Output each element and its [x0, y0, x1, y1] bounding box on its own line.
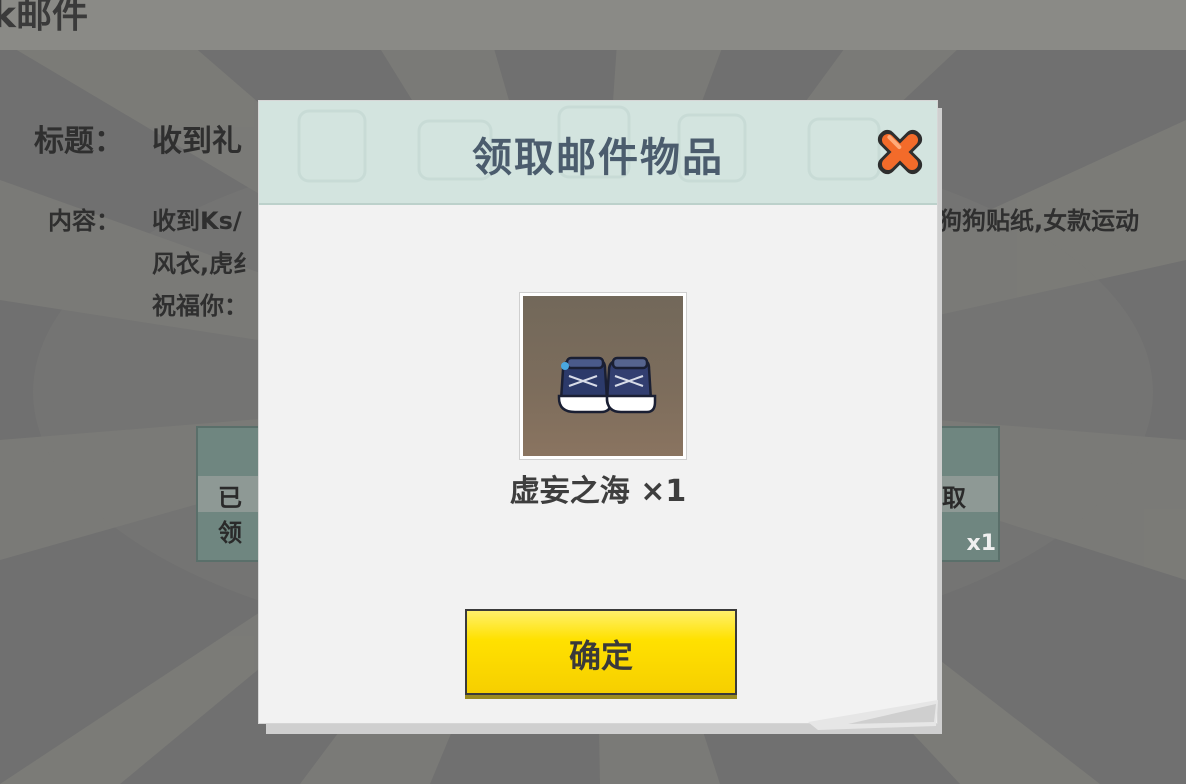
mail-content-label: 内容：: [48, 207, 120, 235]
mail-content-line1-right: 狗狗贴纸,女款运动: [938, 207, 1140, 235]
mail-title-label: 标题：: [34, 124, 124, 159]
claim-mail-item-dialog: 领取邮件物品 虚妄之海 ×1 确定: [258, 100, 938, 724]
mail-content-line3: 祝福你：: [152, 292, 248, 320]
dialog-title: 领取邮件物品: [472, 135, 724, 181]
item-icon-frame: [520, 293, 686, 459]
card-count: x1: [966, 531, 997, 556]
confirm-button-label: 确定: [568, 637, 633, 675]
claim-label: 取: [942, 484, 966, 512]
mail-content-line2: 风衣,虎纟: [152, 250, 258, 278]
mail-title-value: 收到礼: [152, 124, 242, 159]
close-button[interactable]: [869, 121, 931, 183]
claimed-label: 已领: [218, 484, 242, 547]
mail-header-bar: k邮件: [0, 0, 1186, 50]
attachment-card-claimed: 已领: [196, 426, 260, 562]
paper-corner-curl: [808, 700, 938, 730]
close-icon: [877, 129, 923, 175]
item-name: 虚妄之海 ×1: [509, 474, 687, 509]
mail-content-line1: 收到Ks/: [152, 207, 242, 235]
sneakers-icon: [557, 356, 657, 414]
mail-header-title: k邮件: [0, 0, 88, 36]
dialog-header: 领取邮件物品: [259, 101, 937, 205]
attachment-card-claim: 取 x1: [936, 426, 1000, 562]
confirm-button[interactable]: 确定: [465, 609, 737, 695]
